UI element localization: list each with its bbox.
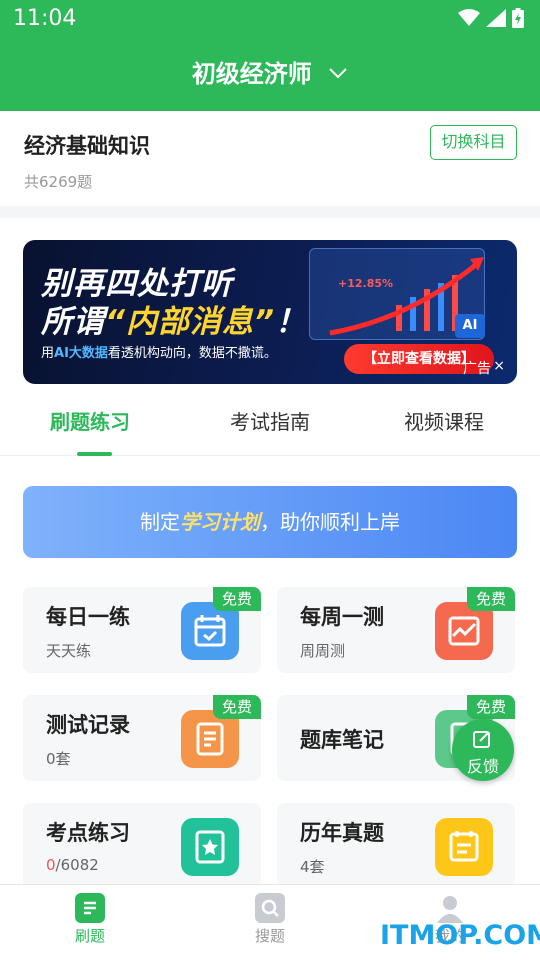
plan-highlight: 学习计划 — [180, 510, 260, 534]
card-subtitle: 0/6082 — [46, 856, 99, 874]
nav-label: 搜题 — [254, 927, 285, 945]
ad-headline-2-highlight: “内部消息” — [105, 304, 275, 340]
card-title: 题库笔记 — [300, 728, 384, 752]
tab-indicator — [77, 452, 112, 456]
subject-section: 经济基础知识 共6269题 切换科目 — [0, 111, 540, 206]
ad-headline-2: 所谓“内部消息”！ — [41, 296, 307, 341]
ad-subline-pre: 用 — [41, 346, 55, 361]
status-time: 11:04 — [13, 6, 77, 31]
status-bar: 11:04 — [0, 0, 540, 36]
card-weekly-test[interactable]: 每周一测 周周测 免费 — [277, 587, 515, 673]
ad-subline-ai: AI大数据 — [54, 346, 108, 361]
tab-exam-guide[interactable]: 考试指南 — [230, 406, 310, 435]
section-divider — [0, 206, 540, 218]
card-title: 历年真题 — [300, 821, 384, 845]
search-nav-icon — [255, 893, 285, 923]
ad-subline-post: 看透机构动向，数据不撒谎。 — [107, 346, 277, 361]
card-subtitle: 天天练 — [46, 642, 92, 660]
star-book-icon — [181, 818, 239, 876]
nav-label: 刷题 — [74, 927, 105, 945]
ad-close-icon[interactable]: × — [493, 358, 505, 374]
plan-pre: 制定 — [140, 510, 180, 534]
list-icon — [435, 818, 493, 876]
card-title: 测试记录 — [46, 713, 130, 737]
card-subtitle: 4套 — [300, 858, 325, 876]
battery-icon — [512, 8, 524, 28]
card-daily-practice[interactable]: 每日一练 天天练 免费 — [23, 587, 261, 673]
card-past-papers[interactable]: 历年真题 4套 — [277, 803, 515, 889]
feedback-label: 反馈 — [466, 757, 499, 776]
card-subtitle: 周周测 — [300, 642, 346, 660]
exam-selector[interactable]: 初级经济师 — [0, 54, 540, 89]
free-badge: 免费 — [213, 695, 261, 719]
ad-ai-chip: AI — [455, 314, 485, 338]
card-title: 每日一练 — [46, 605, 130, 629]
nav-search[interactable]: 搜题 — [230, 893, 310, 946]
card-title: 每周一测 — [300, 605, 384, 629]
ad-banner[interactable]: +12.85% AI 别再四处打听 所谓“内部消息”！ 用AI大数据看透机构动向… — [23, 240, 517, 384]
tab-practice[interactable]: 刷题练习 — [50, 406, 130, 435]
study-plan-banner[interactable]: 制定学习计划，助你顺利上岸 — [23, 486, 517, 558]
profile-nav-icon — [435, 893, 465, 923]
free-badge: 免费 — [467, 587, 515, 611]
content-tabs: 刷题练习 考试指南 视频课程 — [0, 384, 540, 456]
question-count: 共6269题 — [24, 173, 93, 191]
watermark: ITMOP.COM — [380, 920, 540, 951]
ad-headline-2-pre: 所谓 — [41, 304, 105, 340]
chevron-down-icon — [329, 68, 347, 79]
ad-headline-2-post: ！ — [274, 304, 307, 340]
status-icons — [458, 8, 524, 28]
signal-icon — [486, 9, 506, 27]
progress-done: 0 — [46, 856, 56, 874]
card-test-record[interactable]: 测试记录 0套 免费 — [23, 695, 261, 781]
practice-nav-icon — [75, 893, 105, 923]
progress-total: /6082 — [55, 856, 99, 874]
card-key-points[interactable]: 考点练习 0/6082 — [23, 803, 261, 889]
feedback-button[interactable]: 反馈 — [452, 719, 514, 781]
card-title: 考点练习 — [46, 821, 130, 845]
nav-practice[interactable]: 刷题 — [50, 893, 130, 946]
tab-video-course[interactable]: 视频课程 — [404, 406, 484, 435]
ad-subline: 用AI大数据看透机构动向，数据不撒谎。 — [41, 342, 277, 361]
switch-subject-button[interactable]: 切换科目 — [430, 125, 517, 160]
free-badge: 免费 — [213, 587, 261, 611]
subject-name: 经济基础知识 — [24, 134, 150, 158]
ad-label: 广告 — [463, 361, 491, 377]
card-subtitle: 0套 — [46, 750, 71, 768]
free-badge: 免费 — [467, 695, 515, 719]
edit-icon — [473, 731, 490, 748]
plan-post: ，助你顺利上岸 — [260, 510, 400, 534]
app-header: 初级经济师 — [0, 36, 540, 111]
wifi-icon — [458, 9, 480, 26]
exam-title: 初级经济师 — [191, 60, 312, 88]
